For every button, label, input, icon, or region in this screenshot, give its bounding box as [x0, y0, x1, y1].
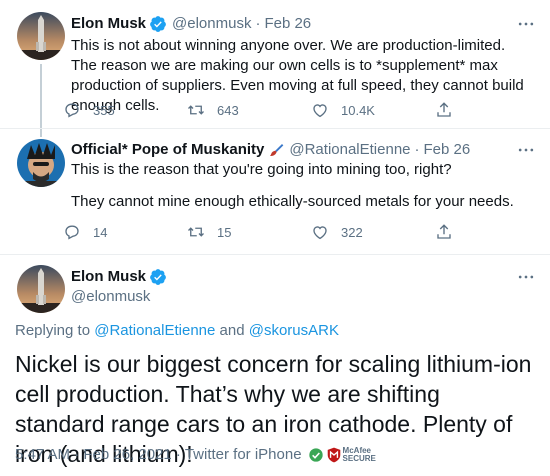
timestamp-text[interactable]: 5:47 AM · Feb 26, 2021 · Twitter for iPh…	[15, 445, 302, 465]
avatar[interactable]	[17, 12, 65, 60]
like-button[interactable]: 10.4K	[311, 101, 435, 119]
reply-count: 14	[93, 224, 108, 240]
verified-badge-icon	[150, 269, 166, 285]
and-word: and	[215, 322, 249, 339]
mcafee-label: McAfee SECURE	[343, 447, 376, 463]
thread-line	[40, 64, 42, 128]
mention-link[interactable]: @skorusARK	[249, 322, 339, 339]
verified-badge-icon	[150, 16, 166, 32]
like-button[interactable]: 322	[311, 223, 435, 241]
reply-button[interactable]: 14	[63, 223, 187, 241]
like-count: 10.4K	[341, 102, 375, 118]
thread-line	[40, 129, 42, 137]
tweet-actions: 14 15 322	[63, 222, 453, 242]
avatar[interactable]	[17, 139, 65, 187]
reply-button[interactable]: 355	[63, 101, 187, 119]
author-handle-row: @elonmusk	[71, 287, 150, 307]
tweet-header: Official* Pope of Muskanity @RationalEti…	[71, 140, 470, 160]
tweet-header: Elon Musk @elonmusk · Feb 26	[71, 14, 311, 34]
retweet-button[interactable]: 15	[187, 223, 311, 241]
tweet-rationaletienne[interactable]: Official* Pope of Muskanity @RationalEti…	[0, 129, 550, 254]
main-tweet[interactable]: Elon Musk @elonmusk Replying to @Rationa…	[0, 255, 550, 476]
author-name[interactable]: Official* Pope of Muskanity	[71, 140, 264, 160]
mention-link[interactable]: @RationalEtienne	[94, 322, 215, 339]
retweet-count: 15	[217, 224, 232, 240]
reply-icon	[65, 225, 79, 240]
replying-to: Replying to @RationalEtienne and @skorus…	[15, 321, 339, 341]
check-circle-icon	[308, 448, 323, 462]
separator: ·	[414, 141, 420, 158]
share-icon	[437, 102, 451, 117]
avatar[interactable]	[17, 265, 65, 313]
retweet-button[interactable]: 643	[187, 101, 311, 119]
more-icon[interactable]	[516, 14, 536, 34]
share-icon	[437, 224, 451, 239]
share-button[interactable]	[435, 223, 453, 241]
separator: ·	[255, 15, 261, 32]
paintbrush-icon	[270, 144, 284, 156]
share-button[interactable]	[435, 101, 453, 119]
tweet-text-line-1: This is the reason that you're going int…	[71, 161, 452, 178]
mcafee-shield-icon	[327, 447, 340, 463]
tweet-elonmusk-1[interactable]: Elon Musk @elonmusk · Feb 26 This is not…	[0, 0, 550, 128]
author-name[interactable]: Elon Musk	[71, 267, 146, 287]
like-icon	[313, 104, 327, 118]
author-handle[interactable]: @elonmusk	[172, 14, 251, 34]
mcafee-badge: McAfee SECURE	[308, 447, 376, 463]
author-name[interactable]: Elon Musk	[71, 14, 146, 34]
author-handle[interactable]: @elonmusk	[71, 287, 150, 307]
tweet-header: Elon Musk	[71, 267, 167, 287]
reply-count: 355	[93, 102, 115, 118]
author-handle[interactable]: @RationalEtienne	[289, 140, 410, 160]
tweet-date[interactable]: Feb 26	[424, 140, 471, 160]
like-icon	[313, 226, 327, 240]
more-icon[interactable]	[516, 140, 536, 160]
mcafee-line-2: SECURE	[342, 454, 376, 463]
like-count: 322	[341, 224, 363, 240]
replying-prefix: Replying to	[15, 322, 95, 339]
tweet-text-line-2: They cannot mine enough ethically-source…	[71, 193, 514, 210]
retweet-count: 643	[217, 102, 239, 118]
retweet-icon	[188, 227, 204, 237]
reply-icon	[65, 103, 79, 118]
tweet-timestamp: 5:47 AM · Feb 26, 2021 · Twitter for iPh…	[15, 445, 376, 465]
tweet-date[interactable]: Feb 26	[264, 14, 311, 34]
retweet-icon	[188, 105, 204, 115]
more-icon[interactable]	[516, 267, 536, 287]
tweet-actions: 355 643 10.4K	[63, 100, 453, 120]
